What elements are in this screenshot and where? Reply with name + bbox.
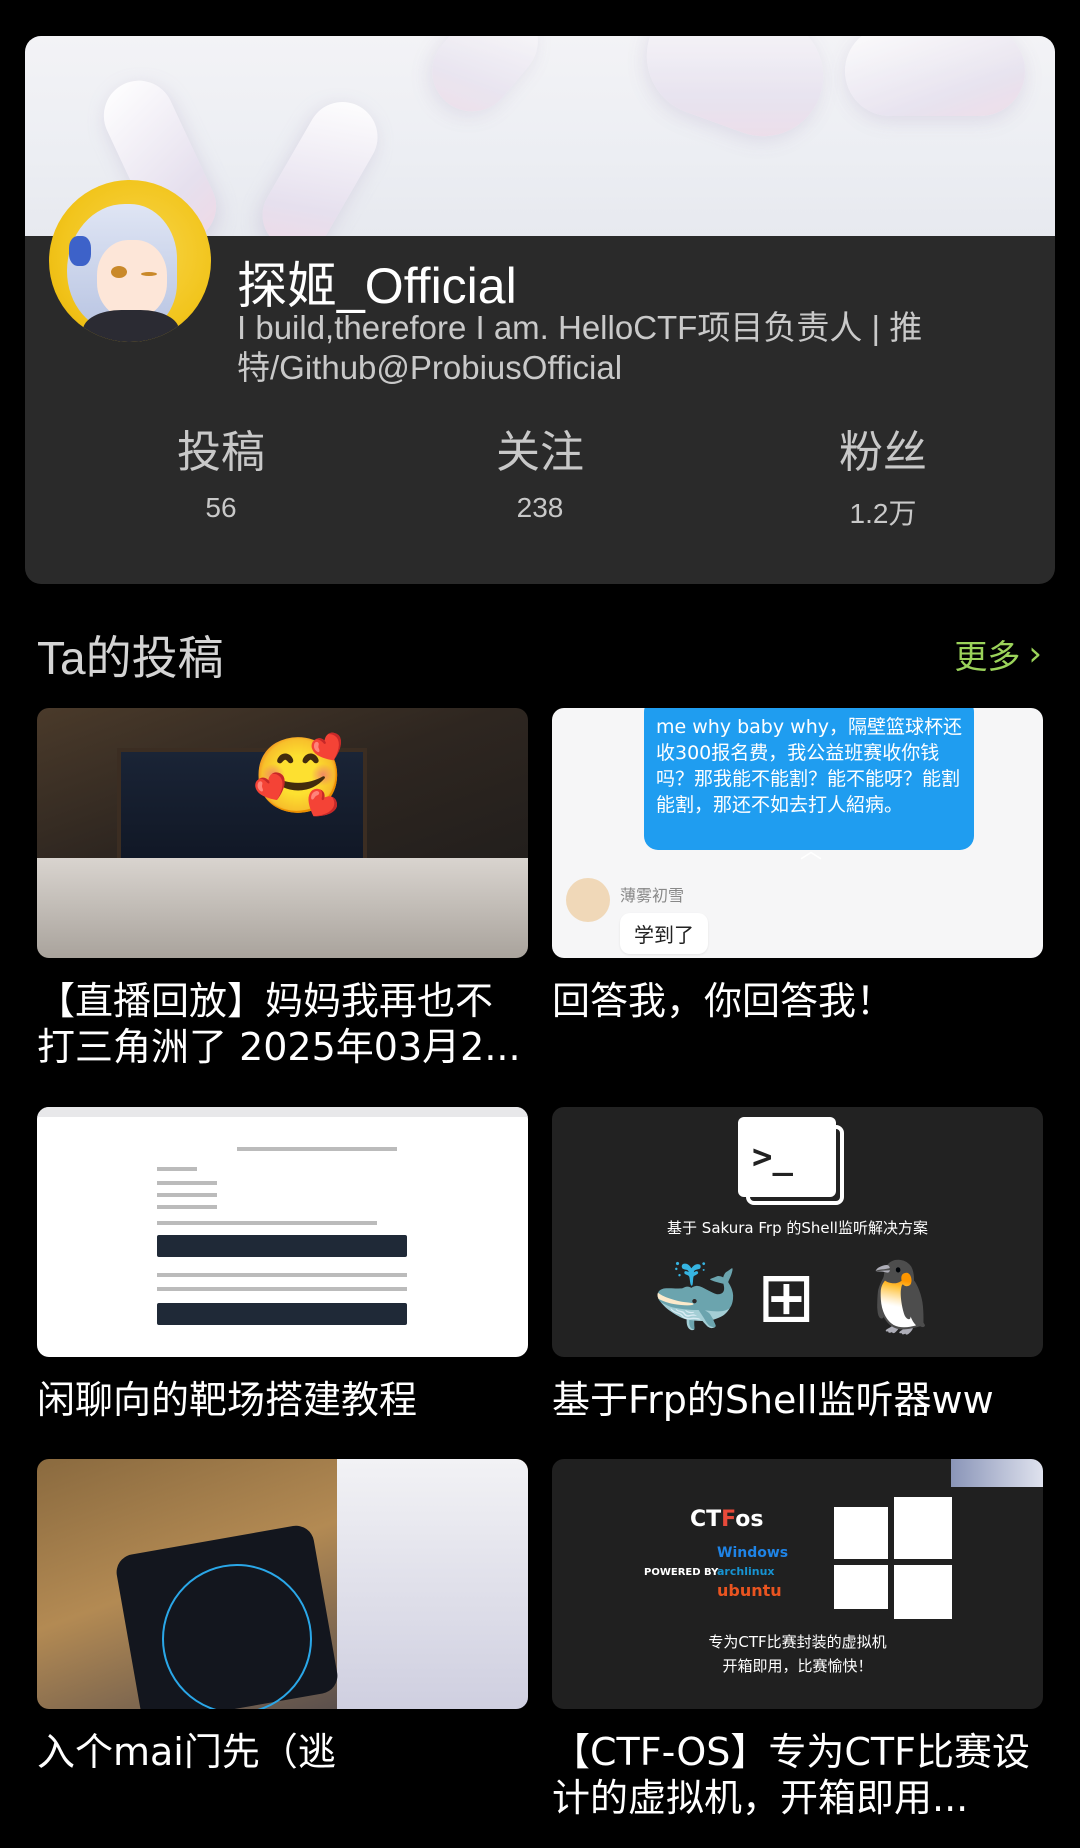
windows-icon: ⊞ xyxy=(757,1256,816,1338)
smiling-face-emoji-icon: 🥰 xyxy=(252,733,345,819)
chat-nickname: 薄雾初雪 xyxy=(620,886,685,905)
post-card[interactable]: me why baby why，隔壁篮球杯还收300报名费，我公益班赛收你钱吗？… xyxy=(552,708,1043,1024)
thumb-cloth xyxy=(337,1459,528,1709)
avatar-eye xyxy=(111,266,127,278)
banner-shape xyxy=(629,36,841,154)
more-label: 更多 xyxy=(954,637,1021,676)
linux-penguin-icon: 🐧 xyxy=(857,1256,945,1338)
text-line xyxy=(157,1273,407,1277)
stat-label: 粉丝 xyxy=(839,427,927,478)
text-line xyxy=(157,1221,377,1225)
chevron-up-icon: ︿ xyxy=(800,839,823,864)
windows-logo-icon xyxy=(834,1493,952,1621)
post-card[interactable]: 闲聊向的靶场搭建教程 xyxy=(37,1107,528,1423)
text-line xyxy=(157,1181,217,1185)
thumb-caption: 基于 Sakura Frp 的Shell监听解决方案 xyxy=(667,1219,928,1237)
ctfos-logo: CTFos xyxy=(690,1507,764,1532)
text-line xyxy=(157,1287,407,1291)
thumb-caption-line1: 专为CTF比赛封装的虚拟机 xyxy=(708,1633,887,1651)
archlinux-label: archlinux xyxy=(717,1565,775,1578)
banner-shape xyxy=(249,89,391,236)
avatar[interactable] xyxy=(49,180,211,342)
text-line xyxy=(157,1205,217,1209)
text-line xyxy=(157,1167,197,1171)
thumb-ring xyxy=(162,1564,312,1709)
stat-value: 56 xyxy=(205,492,237,523)
terminal-prompt: >_ xyxy=(752,1137,793,1177)
thumb-bed xyxy=(37,858,528,958)
chat-avatar xyxy=(566,878,610,922)
browser-bar xyxy=(37,1107,528,1117)
post-card[interactable]: >_ 基于 Sakura Frp 的Shell监听解决方案 🐳 ⊞ 🐧 基于Fr… xyxy=(552,1107,1043,1423)
post-title[interactable]: 回答我，你回答我！ xyxy=(552,978,1043,1024)
post-title[interactable]: 【CTF-OS】专为CTF比赛设计的虚拟机，开箱即用... xyxy=(552,1729,1043,1821)
chevron-right-icon: › xyxy=(1028,634,1042,674)
text-line xyxy=(157,1193,217,1197)
post-thumbnail[interactable]: CTFos POWERED BY Windows archlinux ubunt… xyxy=(552,1459,1043,1709)
thumb-caption-line2: 开箱即用，比赛愉快！ xyxy=(722,1657,873,1675)
avatar-dress xyxy=(83,310,179,342)
post-thumbnail[interactable]: 🥰 xyxy=(37,708,528,958)
stat-label: 关注 xyxy=(496,427,584,478)
post-thumbnail[interactable] xyxy=(37,1459,528,1709)
post-title[interactable]: 基于Frp的Shell监听器ww xyxy=(552,1377,1043,1423)
banner-shape xyxy=(415,36,555,128)
stat-following[interactable]: 关注 238 xyxy=(430,424,650,524)
profile-bio: I build,therefore I am. HelloCTF项目负责人 | … xyxy=(237,309,923,386)
avatar-eye xyxy=(141,272,157,276)
text-line xyxy=(237,1147,397,1151)
stat-label: 投稿 xyxy=(177,427,265,478)
profile-card: 探姬_Official I build,therefore I am. Hell… xyxy=(25,36,1055,584)
stat-value: 238 xyxy=(516,492,564,523)
code-block xyxy=(157,1235,407,1257)
post-card[interactable]: 入个mai门先（逃 xyxy=(37,1459,528,1775)
post-title[interactable]: 闲聊向的靶场搭建教程 xyxy=(37,1377,528,1423)
windows-label: Windows xyxy=(717,1545,789,1561)
post-thumbnail[interactable]: >_ 基于 Sakura Frp 的Shell监听解决方案 🐳 ⊞ 🐧 xyxy=(552,1107,1043,1357)
powered-by-label: POWERED BY xyxy=(644,1567,719,1578)
stat-followers[interactable]: 粉丝 1.2万 xyxy=(773,424,993,532)
more-button[interactable]: 更多 › xyxy=(954,630,1042,678)
post-thumbnail[interactable]: me why baby why，隔壁篮球杯还收300报名费，我公益班赛收你钱吗？… xyxy=(552,708,1043,958)
docker-icon: 🐳 xyxy=(652,1256,740,1338)
avatar-face xyxy=(97,240,167,318)
post-title[interactable]: 入个mai门先（逃 xyxy=(37,1729,528,1775)
section-title: Ta的投稿 xyxy=(37,632,224,684)
thumb-corner-image xyxy=(951,1459,1043,1487)
post-card[interactable]: 🥰 【直播回放】妈妈我再也不打三角洲了 2025年03月2... xyxy=(37,708,528,1070)
code-block xyxy=(157,1303,407,1325)
post-title[interactable]: 【直播回放】妈妈我再也不打三角洲了 2025年03月2... xyxy=(37,978,528,1070)
profile-stats: 投稿 56 关注 238 粉丝 1.2万 xyxy=(25,424,1055,544)
banner-shape xyxy=(845,36,1025,116)
post-card[interactable]: CTFos POWERED BY Windows archlinux ubunt… xyxy=(552,1459,1043,1821)
chat-message: 学到了 xyxy=(620,913,708,954)
stat-posts[interactable]: 投稿 56 xyxy=(111,424,331,524)
post-thumbnail[interactable] xyxy=(37,1107,528,1357)
chat-bubble: me why baby why，隔壁篮球杯还收300报名费，我公益班赛收你钱吗？… xyxy=(644,708,974,850)
stat-value: 1.2万 xyxy=(849,498,917,529)
ubuntu-label: ubuntu xyxy=(717,1581,782,1600)
avatar-ribbon xyxy=(69,236,91,266)
